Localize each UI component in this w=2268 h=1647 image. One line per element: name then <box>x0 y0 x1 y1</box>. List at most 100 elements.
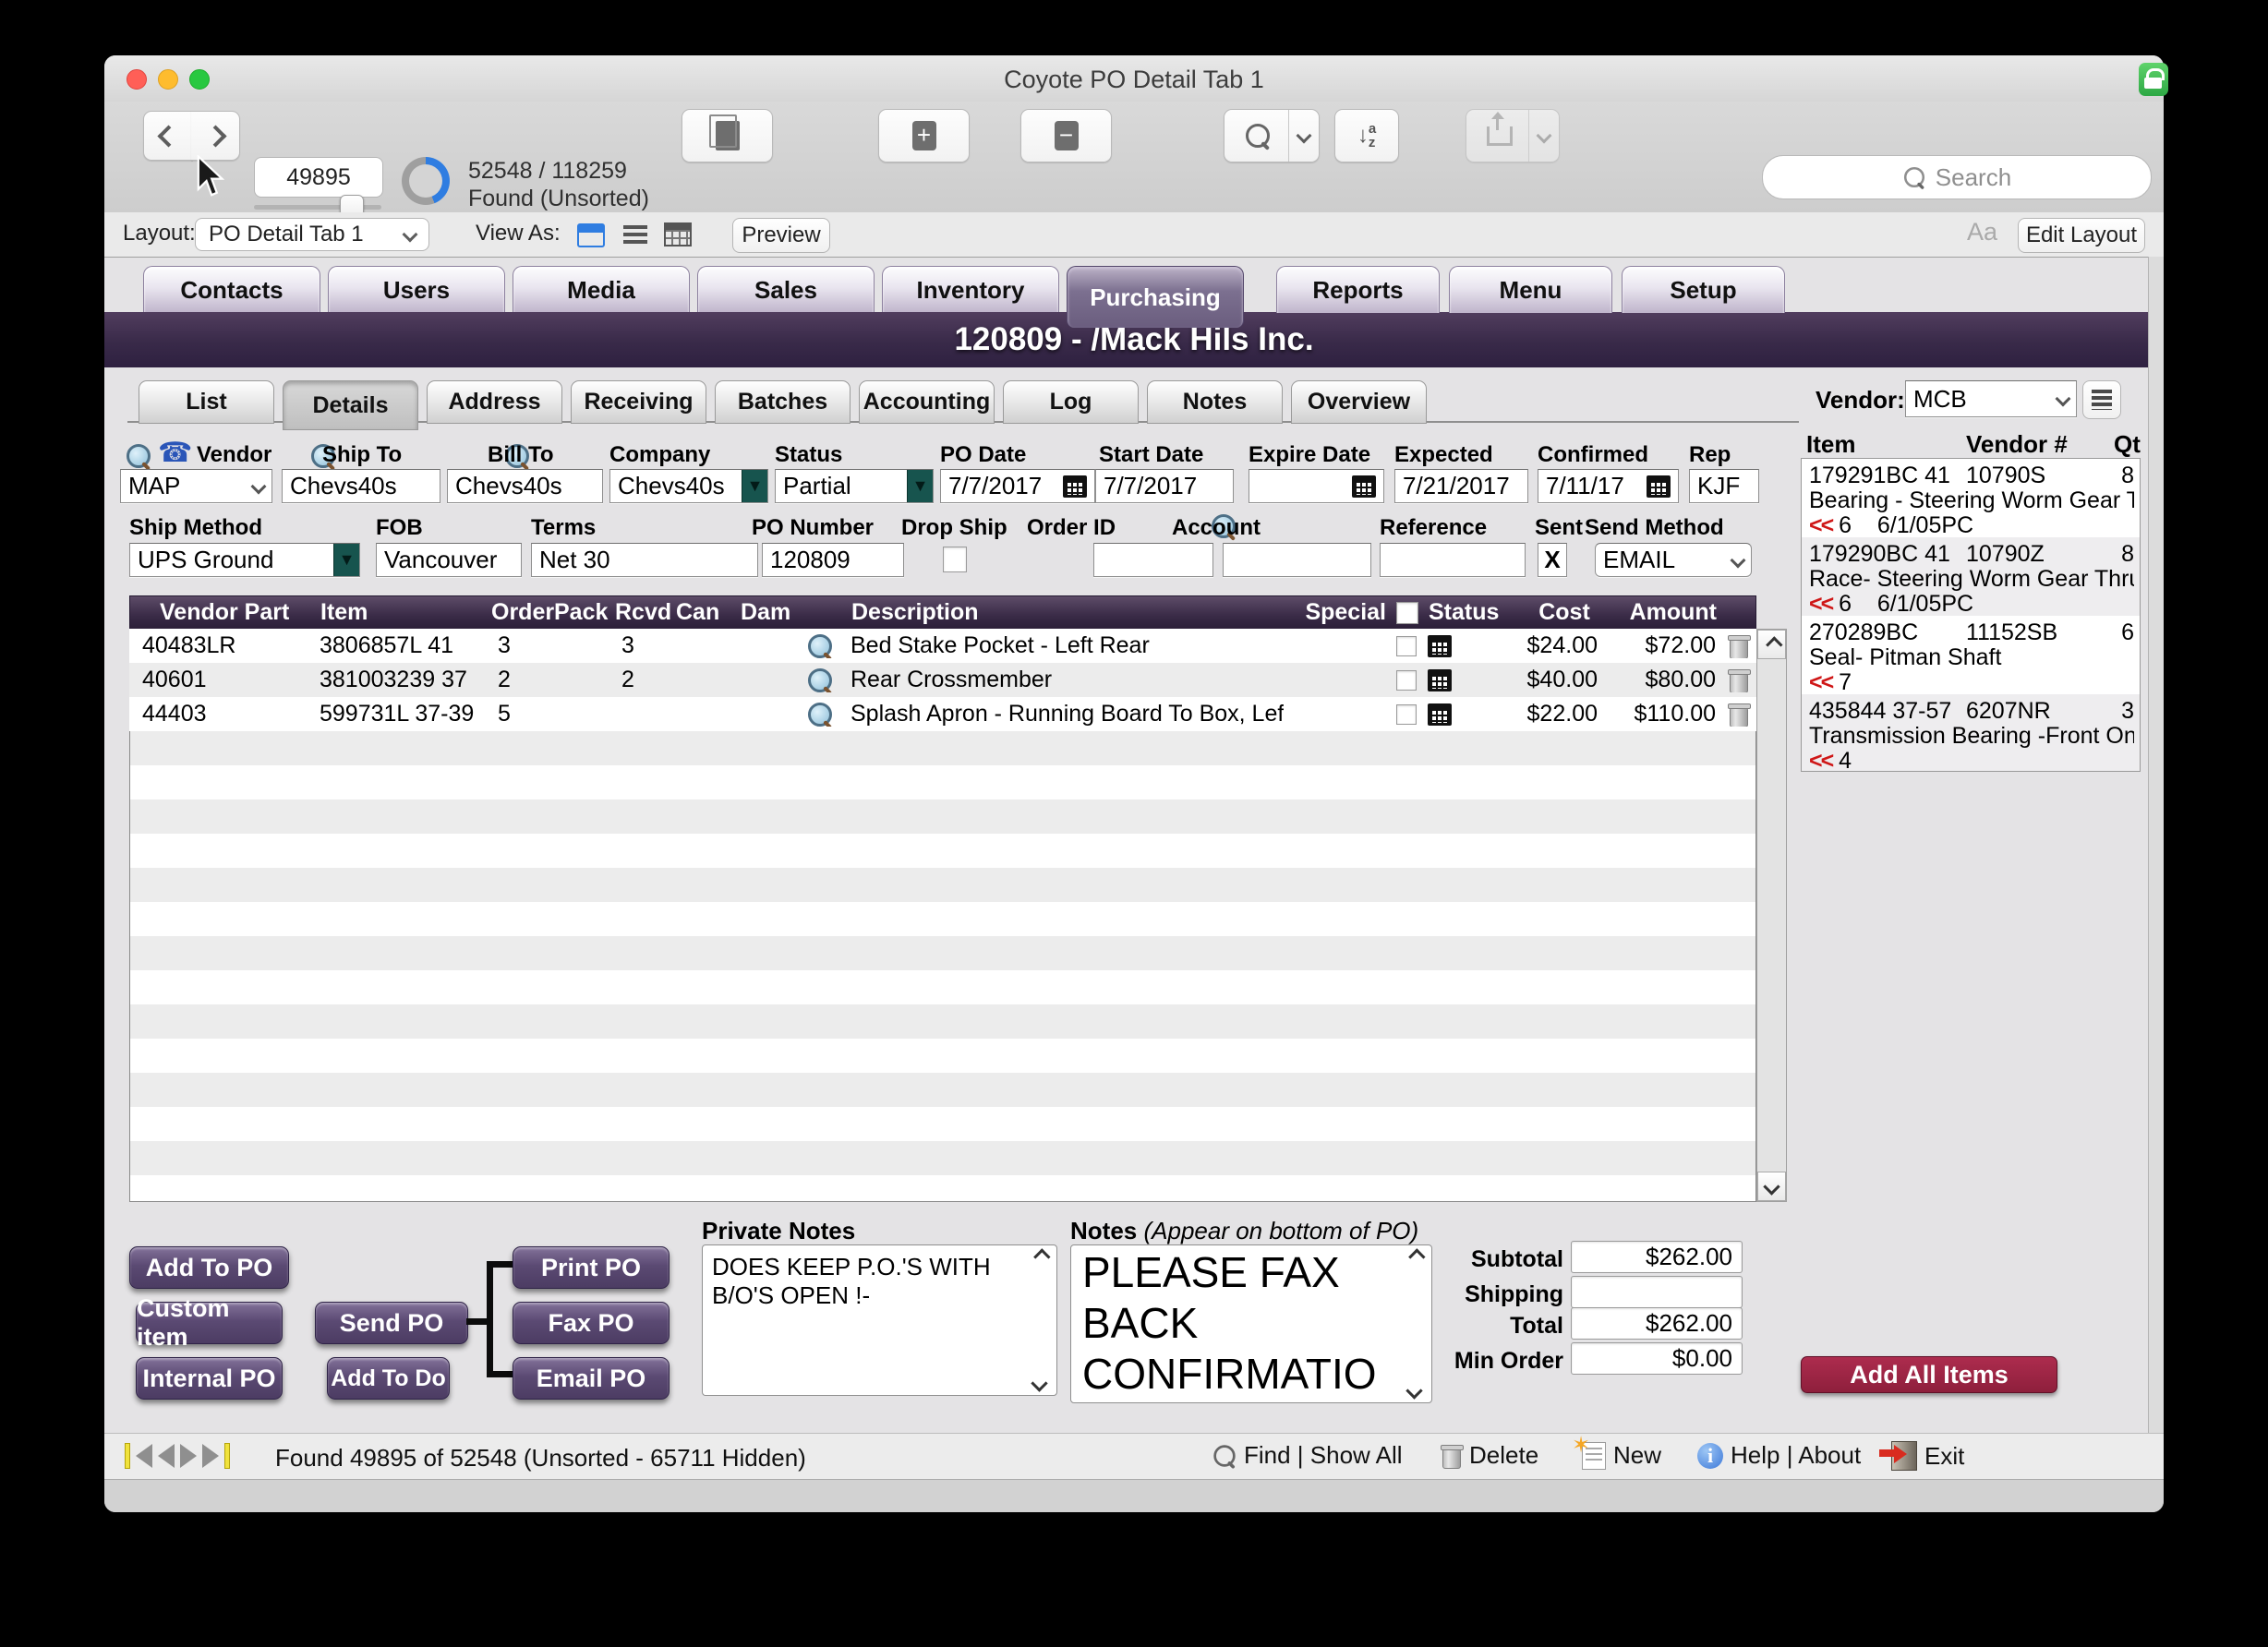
table-row[interactable]: 44403 599731L 37-39 5 Splash Apron - Run… <box>129 697 1756 731</box>
rep-field[interactable]: KJF <box>1689 469 1759 503</box>
print-po-button[interactable]: Print PO <box>513 1246 670 1289</box>
dropdown-arrow-icon[interactable]: ▼ <box>333 544 359 576</box>
vendor-panel-select[interactable]: MCB <box>1905 380 2077 417</box>
tab-address[interactable]: Address <box>427 380 562 424</box>
order-id-field[interactable] <box>1093 543 1213 577</box>
tab-purchasing[interactable]: Purchasing <box>1067 266 1244 328</box>
new-record-button[interactable]: + <box>878 109 970 162</box>
find-button[interactable] <box>1224 109 1320 162</box>
table-scrollbar[interactable] <box>1756 629 1787 1202</box>
tab-list[interactable]: List <box>139 380 274 424</box>
horizontal-scrollbar[interactable] <box>104 1479 2164 1512</box>
send-method-select[interactable]: EMAIL <box>1595 543 1752 577</box>
fob-field[interactable]: Vancouver <box>376 543 522 577</box>
find-showall-button[interactable]: Find | Show All <box>1212 1441 1403 1470</box>
delete-line-icon[interactable] <box>1729 667 1749 692</box>
calendar-icon[interactable] <box>1428 635 1452 657</box>
tab-inventory[interactable]: Inventory <box>882 266 1059 313</box>
custom-item-button[interactable]: Custom item <box>136 1302 283 1344</box>
drop-ship-checkbox[interactable] <box>943 547 967 572</box>
company-select[interactable]: Chevs40s▼ <box>609 469 768 503</box>
sort-button[interactable]: ↓az <box>1334 109 1399 162</box>
confirmed-field[interactable]: 7/11/17 <box>1538 469 1679 503</box>
textarea-scrollbar[interactable] <box>1400 1251 1428 1397</box>
new-record-button[interactable]: New <box>1582 1441 1661 1470</box>
item-detail-icon[interactable] <box>808 634 832 658</box>
tab-notes[interactable]: Notes <box>1147 380 1283 424</box>
account-field[interactable] <box>1223 543 1371 577</box>
reference-field[interactable] <box>1380 543 1526 577</box>
send-po-button[interactable]: Send PO <box>315 1302 468 1344</box>
special-checkbox[interactable] <box>1396 704 1417 725</box>
tab-log[interactable]: Log <box>1003 380 1139 424</box>
tab-setup[interactable]: Setup <box>1622 266 1785 313</box>
delete-record-button[interactable]: Delete <box>1442 1441 1538 1470</box>
tab-receiving[interactable]: Receiving <box>571 380 706 424</box>
po-date-field[interactable]: 7/7/2017 <box>940 469 1095 503</box>
text-formatting-icon[interactable]: Aa <box>1967 218 1997 246</box>
exit-button[interactable]: Exit <box>1891 1441 1964 1471</box>
window-scrollbar[interactable] <box>2148 257 2164 1433</box>
tab-accounting[interactable]: Accounting <box>859 380 995 424</box>
bill-to-field[interactable]: Chevs40s <box>447 469 603 503</box>
vendor-list-button[interactable] <box>2082 380 2121 419</box>
delete-line-icon[interactable] <box>1729 633 1749 658</box>
private-notes-textarea[interactable]: DOES KEEP P.O.'S WITH B/O'S OPEN !- <box>702 1244 1057 1396</box>
special-checkbox[interactable] <box>1396 670 1417 691</box>
tab-sales[interactable]: Sales <box>697 266 875 313</box>
po-number-field[interactable]: 120809 <box>762 543 904 577</box>
expire-date-field[interactable] <box>1249 469 1384 503</box>
share-button[interactable] <box>1466 109 1560 162</box>
expected-field[interactable]: 7/21/2017 <box>1394 469 1528 503</box>
tab-contacts[interactable]: Contacts <box>143 266 320 313</box>
vendor-select[interactable]: MAP <box>120 469 272 503</box>
form-view-icon[interactable] <box>577 223 605 247</box>
table-row[interactable]: 40601 381003239 37 2 2 Rear Crossmember … <box>129 663 1756 697</box>
help-about-button[interactable]: i Help | About <box>1697 1441 1861 1470</box>
current-record-input[interactable]: 49895 <box>254 157 383 198</box>
show-all-button[interactable] <box>682 109 773 162</box>
previous-record-button[interactable] <box>158 1444 175 1468</box>
search-input[interactable]: Search <box>1762 155 2152 199</box>
share-dropdown[interactable] <box>1528 110 1559 162</box>
item-detail-icon[interactable] <box>808 668 832 692</box>
status-select[interactable]: Partial▼ <box>775 469 934 503</box>
tab-details[interactable]: Details <box>283 380 418 430</box>
dropdown-arrow-icon[interactable]: ▼ <box>742 470 767 502</box>
textarea-scrollbar[interactable] <box>1025 1251 1053 1389</box>
delete-line-icon[interactable] <box>1729 702 1749 727</box>
tab-menu[interactable]: Menu <box>1449 266 1612 313</box>
terms-field[interactable]: Net 30 <box>531 543 758 577</box>
textarea-scrollbar[interactable] <box>1367 1255 1394 1393</box>
list-item[interactable]: 270289BC 11152SB 6 Seal- Pitman Shaft <<… <box>1802 616 2141 694</box>
start-date-field[interactable]: 7/7/2017 <box>1095 469 1234 503</box>
edit-layout-button[interactable]: Edit Layout <box>2018 218 2145 253</box>
preview-button[interactable]: Preview <box>732 218 830 253</box>
calendar-icon[interactable] <box>1352 475 1376 498</box>
scroll-up-button[interactable] <box>1757 630 1786 659</box>
first-record-button[interactable] <box>136 1444 152 1468</box>
fax-po-button[interactable]: Fax PO <box>513 1302 670 1344</box>
delete-record-button[interactable]: − <box>1020 109 1112 162</box>
tab-batches[interactable]: Batches <box>715 380 850 424</box>
found-set-pie-icon[interactable] <box>402 157 450 205</box>
add-all-items-button[interactable]: Add All Items <box>1801 1356 2057 1393</box>
find-vendor-icon[interactable] <box>127 444 151 468</box>
list-item[interactable]: 435844 37-57 6207NR 3 Transmission Beari… <box>1802 694 2141 772</box>
last-record-bracket-icon[interactable] <box>224 1443 230 1469</box>
add-to-po-button[interactable]: Add To PO <box>129 1246 289 1289</box>
first-record-bracket-icon[interactable] <box>125 1443 130 1469</box>
list-view-icon[interactable] <box>623 225 647 244</box>
last-record-button[interactable] <box>202 1444 219 1468</box>
list-item[interactable]: 179290BC 41 10790Z 8 Race- Steering Worm… <box>1802 537 2141 616</box>
item-detail-icon[interactable] <box>808 703 832 727</box>
email-po-button[interactable]: Email PO <box>513 1357 670 1400</box>
table-row[interactable]: 40483LR 3806857L 41 3 3 Bed Stake Pocket… <box>129 629 1756 663</box>
previous-record-button[interactable] <box>143 111 193 161</box>
ship-to-field[interactable]: Chevs40s <box>282 469 440 503</box>
phone-icon[interactable]: ☎ <box>158 439 192 467</box>
sent-checkbox[interactable]: X <box>1538 543 1567 577</box>
calendar-icon[interactable] <box>1428 703 1452 726</box>
table-view-icon[interactable] <box>664 222 692 246</box>
calendar-icon[interactable] <box>1428 669 1452 691</box>
